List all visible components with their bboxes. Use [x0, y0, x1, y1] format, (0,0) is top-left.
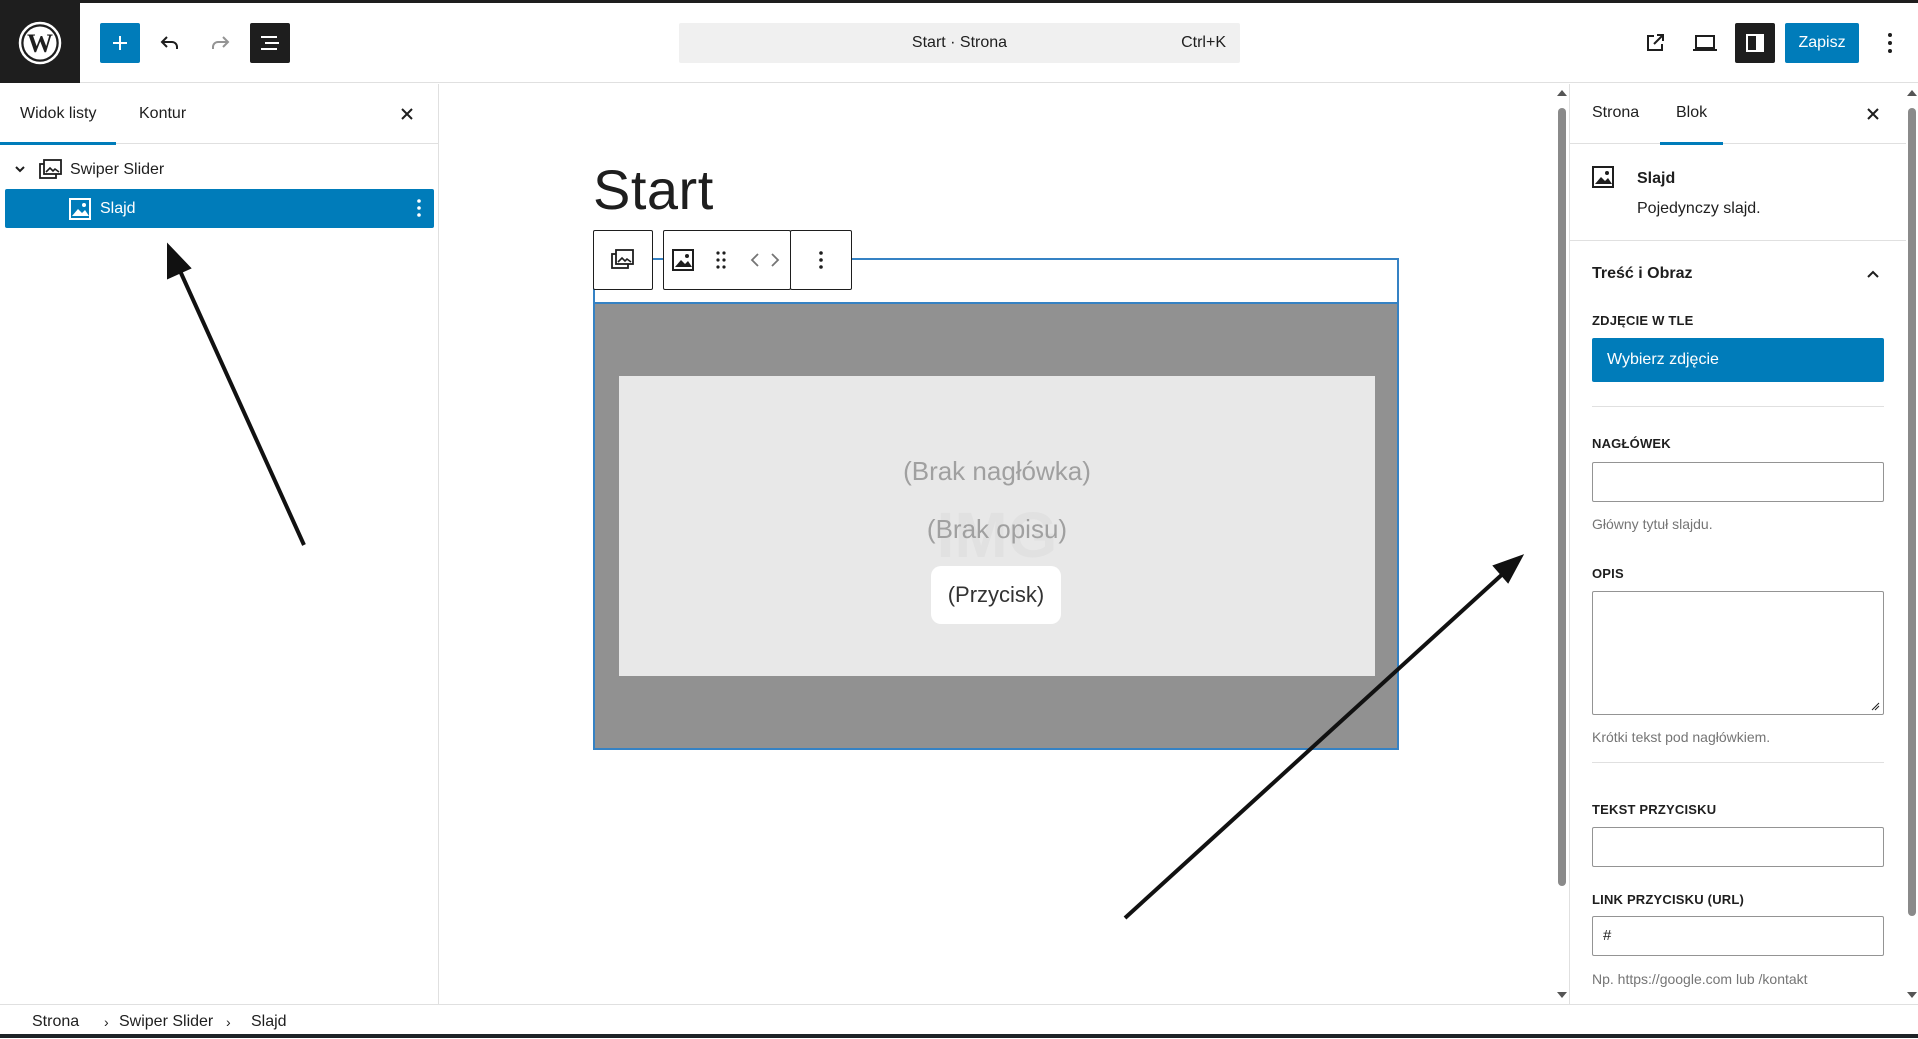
scroll-down-arrow[interactable]: [1907, 992, 1917, 998]
bg-image-label: ZDJĘCIE W TLE: [1592, 313, 1694, 328]
heading-input[interactable]: [1592, 462, 1884, 502]
sidebar-icon: [1746, 34, 1764, 52]
block-type-button[interactable]: [664, 231, 702, 289]
sidebar-tabs: Strona Blok: [1570, 84, 1906, 145]
heading-label: NAGŁÓWEK: [1592, 436, 1671, 451]
close-list-view-button[interactable]: [392, 99, 422, 129]
toolbar-options-group: [790, 230, 852, 290]
view-page-button[interactable]: [1635, 23, 1675, 63]
document-title: Start · Strona: [911, 34, 1008, 51]
block-card-title: Slajd: [1637, 170, 1676, 187]
choose-image-button[interactable]: Wybierz zdjęcie: [1592, 338, 1884, 382]
plus-icon: [113, 36, 127, 50]
image-icon: [1592, 166, 1614, 188]
list-view-icon: [261, 36, 279, 50]
desktop-icon: [1693, 35, 1717, 51]
move-left-right-icon: [750, 253, 780, 267]
description-textarea[interactable]: [1592, 591, 1884, 715]
redo-button[interactable]: [200, 23, 240, 63]
button-link-label: LINK PRZYCISKU (URL): [1592, 892, 1745, 907]
scroll-down-arrow[interactable]: [1557, 992, 1567, 998]
tab-block[interactable]: Blok: [1659, 84, 1724, 145]
tree-label: Slajd: [100, 199, 136, 217]
list-view-panel: Widok listy Kontur Swiper Slider Slajd: [0, 84, 439, 1004]
settings-toggle-button[interactable]: [1735, 23, 1775, 63]
tab-list-view[interactable]: Widok listy: [0, 84, 118, 145]
gallery-icon: [39, 158, 63, 181]
chevron-down-icon[interactable]: [13, 162, 27, 176]
heading-help: Główny tytuł slajdu.: [1592, 516, 1713, 532]
description-help: Krótki tekst pod nagłówkiem.: [1592, 729, 1771, 745]
close-icon: [401, 108, 413, 120]
block-options-button[interactable]: [791, 231, 851, 289]
settings-sidebar: Strona Blok Slajd Pojedynczy slajd. Treś…: [1569, 84, 1906, 1004]
device-preview-button[interactable]: [1685, 23, 1725, 63]
resize-grip-icon[interactable]: [1871, 702, 1880, 711]
block-breadcrumb: Strona › Swiper Slider › Slajd: [0, 1004, 1918, 1038]
options-button[interactable]: [1870, 23, 1910, 63]
tree-label: Swiper Slider: [70, 160, 165, 178]
svg-text:W: W: [27, 29, 53, 58]
block-toolbar: [593, 230, 852, 290]
slide-content: IMG (Brak nagłówka) (Brak opisu) (Przyci…: [619, 376, 1375, 676]
select-parent-button[interactable]: [594, 231, 652, 289]
gallery-icon: [611, 249, 634, 269]
taskbar-edge: [0, 1034, 1918, 1038]
block-card-description: Pojedynczy slajd.: [1637, 200, 1761, 217]
close-sidebar-button[interactable]: [1858, 99, 1888, 129]
wordpress-logo-button[interactable]: W: [0, 3, 80, 83]
toolbar-block-group: [663, 230, 791, 290]
toolbar-parent-group: [593, 230, 653, 290]
command-shortcut: Ctrl+K: [1181, 34, 1226, 51]
external-link-icon: [1647, 34, 1664, 51]
list-item[interactable]: Swiper Slider: [5, 150, 434, 189]
more-vertical-icon: [819, 251, 823, 269]
canvas-scrollbar-thumb[interactable]: [1558, 108, 1566, 886]
drag-handle[interactable]: [702, 231, 740, 289]
document-overview-button[interactable]: [250, 23, 290, 63]
more-vertical-icon: [1888, 33, 1892, 53]
page-title[interactable]: Start: [593, 157, 714, 222]
redo-icon: [212, 36, 230, 49]
undo-button[interactable]: [150, 23, 190, 63]
image-icon: [69, 197, 91, 220]
panel-title[interactable]: Treść i Obraz: [1592, 265, 1693, 283]
block-card: Slajd Pojedynczy slajd.: [1570, 144, 1906, 241]
slide-description-placeholder: (Brak opisu): [926, 514, 1068, 544]
wordpress-logo-icon: W: [18, 21, 62, 65]
more-vertical-icon[interactable]: [416, 197, 422, 219]
chevron-up-icon[interactable]: [1865, 268, 1881, 280]
editor-header: W Start · Strona Ctrl+K Zapisz: [0, 3, 1918, 83]
slide-block[interactable]: IMG (Brak nagłówka) (Brak opisu) (Przyci…: [595, 302, 1397, 748]
scroll-up-arrow[interactable]: [1907, 90, 1917, 96]
save-button[interactable]: Zapisz: [1785, 23, 1859, 63]
button-link-help: Np. https://google.com lub /kontakt: [1592, 971, 1808, 987]
scroll-up-arrow[interactable]: [1557, 90, 1567, 96]
slide-heading-placeholder: (Brak nagłówka): [903, 456, 1091, 486]
add-block-button[interactable]: [100, 23, 140, 63]
left-panel-tabs: Widok listy Kontur: [0, 84, 438, 145]
divider: [1592, 762, 1884, 763]
command-palette-bar[interactable]: Start · Strona Ctrl+K: [679, 23, 1240, 63]
drag-handle-icon: [716, 251, 726, 269]
divider: [1592, 406, 1884, 407]
move-buttons[interactable]: [740, 231, 790, 289]
tab-outline[interactable]: Kontur: [139, 84, 186, 144]
undo-icon: [160, 36, 178, 49]
close-icon: [1867, 108, 1879, 120]
image-icon: [672, 249, 694, 271]
slide-button-placeholder: (Przycisk): [931, 566, 1061, 624]
list-item-selected[interactable]: Slajd: [5, 189, 434, 228]
tab-page[interactable]: Strona: [1592, 84, 1639, 144]
button-text-input[interactable]: [1592, 827, 1884, 867]
button-text-label: TEKST PRZYCISKU: [1592, 802, 1717, 817]
sidebar-scrollbar-thumb[interactable]: [1908, 108, 1916, 916]
swiper-slider-block[interactable]: IMG (Brak nagłówka) (Brak opisu) (Przyci…: [593, 258, 1399, 750]
button-link-input[interactable]: #: [1592, 916, 1884, 956]
description-label: OPIS: [1592, 566, 1624, 581]
